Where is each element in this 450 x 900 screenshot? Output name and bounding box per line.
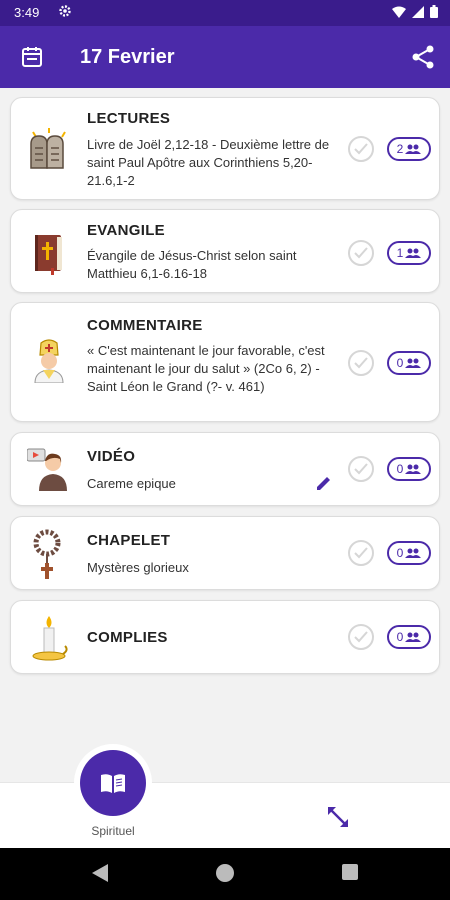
card-complies[interactable]: COMPLIES 0 [10, 600, 440, 674]
participants-count: 0 [396, 462, 404, 476]
card-subtitle: Livre de Joël 2,12-18 - Deuxième lettre … [87, 137, 330, 188]
group-icon [405, 248, 422, 258]
share-icon[interactable] [410, 44, 436, 70]
check-icon [354, 247, 368, 259]
home-icon[interactable] [216, 864, 234, 882]
bottom-navigation [0, 782, 450, 848]
participants-button[interactable]: 2 [387, 137, 431, 161]
card-subtitle: Careme epique [87, 476, 176, 491]
participants-count: 0 [396, 356, 404, 370]
group-icon [405, 548, 422, 558]
group-icon [405, 464, 422, 474]
gear-icon [59, 5, 71, 17]
open-book-icon [101, 774, 125, 793]
participants-button[interactable]: 0 [387, 351, 431, 375]
check-icon [354, 463, 368, 475]
signal-icon [412, 5, 424, 18]
card-video[interactable]: VIDÉO Careme epique 0 [10, 432, 440, 506]
card-title: CHAPELET [87, 532, 171, 549]
rosary-icon [33, 529, 61, 579]
group-icon [405, 632, 422, 642]
status-time: 3:49 [14, 5, 40, 20]
participants-button[interactable]: 0 [387, 625, 431, 649]
group-icon [405, 144, 422, 154]
done-check-button[interactable] [348, 540, 374, 566]
battery-icon [430, 5, 438, 18]
app-bar: 17 Fevrier [0, 26, 450, 88]
back-icon[interactable] [92, 864, 108, 882]
card-title: VIDÉO [87, 448, 136, 465]
card-lectures[interactable]: LECTURES Livre de Joël 2,12-18 - Deuxièm… [10, 97, 440, 200]
check-icon [354, 143, 368, 155]
participants-count: 0 [396, 630, 404, 644]
spiritual-tab-label: Spirituel [91, 824, 135, 838]
bible-icon [35, 235, 62, 275]
participants-count: 1 [396, 246, 404, 260]
participants-button[interactable]: 0 [387, 541, 431, 565]
expand-arrows-icon[interactable] [326, 805, 350, 829]
pope-icon [34, 339, 64, 383]
card-evangile[interactable]: EVANGILE Évangile de Jésus-Christ selon … [10, 209, 440, 293]
check-icon [354, 631, 368, 643]
participants-count: 2 [396, 142, 404, 156]
done-check-button[interactable] [348, 456, 374, 482]
card-commentaire[interactable]: COMMENTAIRE « C'est maintenant le jour f… [10, 302, 440, 422]
edit-pencil-icon[interactable] [316, 475, 332, 491]
card-subtitle: « C'est maintenant le jour favorable, c'… [87, 343, 325, 394]
done-check-button[interactable] [348, 624, 374, 650]
done-check-button[interactable] [348, 350, 374, 376]
system-navigation-bar [0, 848, 450, 900]
check-icon [354, 547, 368, 559]
card-title: EVANGILE [87, 222, 165, 239]
candle-icon [32, 616, 68, 661]
group-icon [405, 358, 422, 368]
card-subtitle: Évangile de Jésus-Christ selon saint Mat… [87, 248, 297, 281]
spiritual-tab-button[interactable] [80, 750, 146, 816]
participants-button[interactable]: 0 [387, 457, 431, 481]
done-check-button[interactable] [348, 136, 374, 162]
check-icon [354, 357, 368, 369]
recent-apps-icon[interactable] [342, 864, 358, 880]
participants-button[interactable]: 1 [387, 241, 431, 265]
status-bar: 3:49 [0, 0, 450, 26]
participants-count: 0 [396, 546, 404, 560]
done-check-button[interactable] [348, 240, 374, 266]
card-title: COMMENTAIRE [87, 317, 203, 334]
video-presenter-icon [27, 448, 67, 491]
card-title: LECTURES [87, 110, 171, 127]
card-subtitle: Mystères glorieux [87, 560, 189, 575]
card-chapelet[interactable]: CHAPELET Mystères glorieux 0 [10, 516, 440, 590]
wifi-icon [392, 6, 406, 18]
page-title: 17 Fevrier [80, 46, 175, 68]
card-title: COMPLIES [87, 629, 168, 646]
tablets-icon [30, 128, 66, 169]
calendar-icon[interactable] [20, 45, 44, 69]
